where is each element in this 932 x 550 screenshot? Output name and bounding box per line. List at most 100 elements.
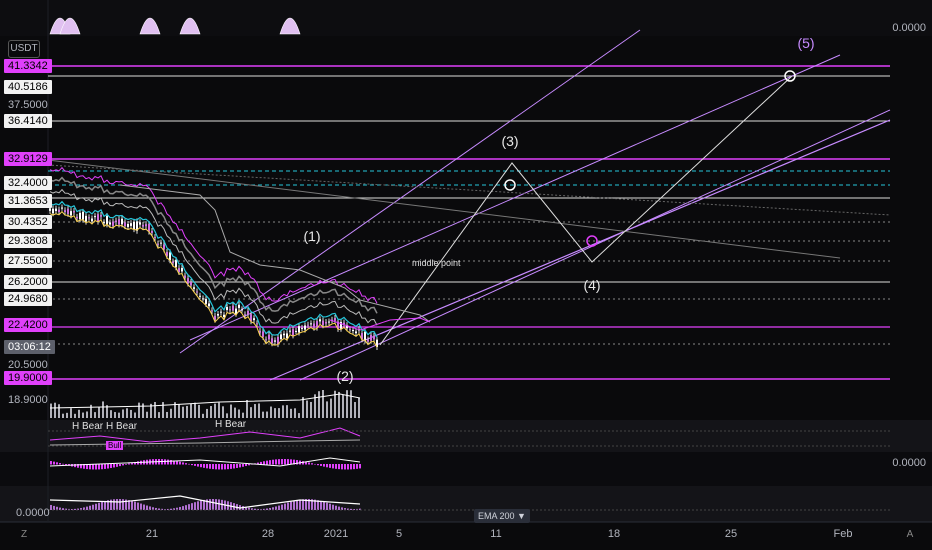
momentum-bar: [140, 504, 142, 510]
candle: [238, 305, 240, 308]
candle: [142, 225, 144, 227]
candle: [265, 339, 267, 340]
macd-histogram: [278, 459, 280, 464]
time-axis-label: 18: [608, 528, 620, 540]
momentum-bar: [89, 506, 91, 510]
zoom-button[interactable]: Z: [16, 527, 32, 543]
candle: [274, 340, 276, 341]
volume-bar: [138, 403, 140, 418]
candle: [97, 214, 99, 221]
macd-histogram: [353, 464, 355, 469]
macd-histogram: [113, 464, 115, 467]
chart-stage[interactable]: USDT 41.3342 40.5186 37.5000 36.4140 32.9129…: [0, 0, 932, 550]
price-chart[interactable]: [0, 0, 932, 550]
candle: [160, 243, 162, 244]
macd-histogram: [320, 464, 322, 466]
momentum-bar: [122, 499, 124, 510]
volume-bar: [202, 414, 204, 418]
candle: [121, 219, 123, 225]
candle: [187, 278, 189, 283]
candle: [139, 222, 141, 224]
macd-histogram: [194, 464, 196, 466]
trend-line: [48, 160, 840, 258]
macd-histogram: [200, 464, 202, 467]
macd-histogram: [344, 464, 346, 469]
macd-histogram: [59, 463, 61, 464]
price-label: 40.5186: [4, 80, 52, 94]
auto-scale-button[interactable]: A: [902, 527, 918, 543]
price-label: 22.4200: [4, 318, 52, 332]
candle: [364, 332, 366, 341]
macd-histogram: [341, 464, 343, 469]
momentum-bar: [131, 501, 133, 510]
oscillator-value: 0.0000: [892, 457, 926, 469]
momentum-bar: [266, 508, 268, 510]
moving-average: [50, 190, 377, 326]
candle: [205, 299, 207, 304]
currency-unit-badge[interactable]: USDT: [8, 40, 40, 58]
macd-histogram: [212, 464, 214, 469]
candle: [175, 260, 177, 267]
momentum-bar: [101, 502, 103, 510]
price-label: 26.2000: [4, 275, 52, 289]
wave-label-2: (2): [336, 368, 353, 384]
time-axis-label: 21: [146, 528, 158, 540]
volume-bar: [142, 403, 144, 418]
momentum-bar: [296, 500, 298, 510]
volume-bar: [294, 408, 296, 418]
macd-histogram: [284, 459, 286, 464]
volume-bar: [86, 411, 88, 418]
candle: [202, 298, 204, 299]
candle: [85, 216, 87, 222]
momentum-bar: [197, 501, 199, 510]
volume-bar: [170, 409, 172, 418]
macd-histogram: [56, 462, 58, 464]
macd-histogram: [245, 464, 247, 466]
macd-histogram: [206, 464, 208, 468]
momentum-bar: [188, 504, 190, 510]
time-axis-label: 25: [725, 528, 737, 540]
volume-bar: [118, 413, 120, 418]
volume-bar: [354, 402, 356, 418]
candle: [172, 262, 174, 264]
macd-histogram: [185, 463, 187, 464]
price-label: 20.5000: [4, 358, 52, 372]
volume-bar: [166, 412, 168, 418]
volume-bar: [158, 412, 160, 418]
candle: [103, 222, 105, 223]
macd-histogram: [122, 464, 124, 465]
volume-bar: [218, 403, 220, 418]
ema-200-tag[interactable]: EMA 200 ▼: [474, 509, 530, 523]
volume-bar: [178, 404, 180, 418]
volume-bar: [246, 400, 248, 418]
volume-bar: [162, 402, 164, 418]
macd-histogram: [335, 464, 337, 469]
macd-histogram: [269, 460, 271, 464]
candle: [319, 319, 321, 321]
momentum-bar: [254, 509, 256, 510]
candle: [157, 244, 159, 245]
candle: [334, 318, 336, 321]
candle: [271, 338, 273, 343]
candle: [154, 237, 156, 238]
trend-line: [180, 30, 640, 353]
candle: [193, 287, 195, 289]
candle: [310, 323, 312, 324]
candle: [109, 222, 111, 224]
macd-histogram: [101, 464, 103, 469]
candle: [49, 208, 51, 211]
macd-histogram: [203, 464, 205, 468]
volume-bar: [302, 397, 304, 418]
candle: [196, 292, 198, 293]
momentum-bar: [98, 503, 100, 510]
macd-histogram: [218, 464, 220, 469]
momentum-bar: [293, 501, 295, 510]
candle: [58, 210, 60, 212]
volume-bar: [262, 412, 264, 418]
macd-histogram: [191, 464, 193, 465]
time-axis-label: 2021: [324, 528, 348, 540]
volume-bar: [78, 410, 80, 418]
volume-bar: [242, 413, 244, 418]
candle: [184, 276, 186, 278]
candle: [256, 323, 258, 324]
